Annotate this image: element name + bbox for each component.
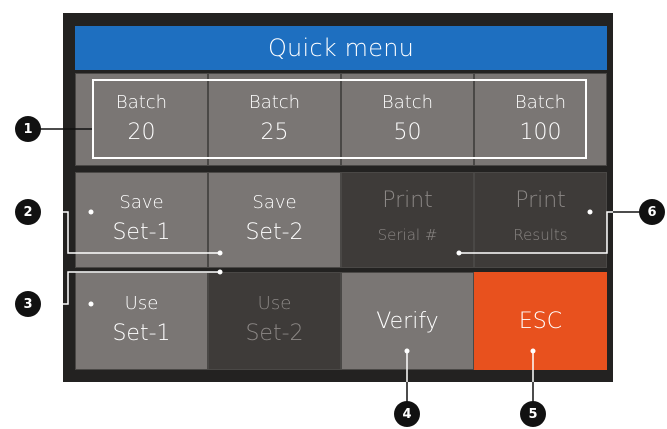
callout-3-badge: 3 [15,291,41,317]
callout-4-badge: 4 [394,401,420,427]
verify-button[interactable]: Verify [341,272,474,370]
set-label: Set-1 [112,321,171,346]
batch-label: Batch [115,91,168,113]
verify-label: Verify [376,308,439,334]
callout-1-badge: 1 [15,116,41,142]
serial-label: Serial # [377,226,438,244]
esc-label: ESC [518,308,563,334]
set-label: Set-2 [245,321,304,346]
print-results-button[interactable]: Print Results [474,172,607,268]
batch-label: Batch [514,91,567,113]
esc-button[interactable]: ESC [474,272,607,370]
use-label: Use [257,293,292,314]
batch-100-button[interactable]: Batch 100 [474,73,607,166]
use-set-2-button[interactable]: Use Set-2 [208,272,341,370]
batch-value: 50 [393,119,422,145]
set-label: Set-2 [245,220,304,245]
batch-label: Batch [381,91,434,113]
batch-20-button[interactable]: Batch 20 [75,73,208,166]
batch-value: 20 [127,119,156,145]
save-set-1-button[interactable]: Save Set-1 [75,172,208,268]
print-label: Print [515,188,566,213]
callout-5-badge: 5 [520,401,546,427]
use-set-1-button[interactable]: Use Set-1 [75,272,208,370]
print-serial-button[interactable]: Print Serial # [341,172,474,268]
batch-25-button[interactable]: Batch 25 [208,73,341,166]
use-label: Use [124,293,159,314]
batch-label: Batch [248,91,301,113]
set-label: Set-1 [112,220,171,245]
batch-value: 100 [519,119,562,145]
callout-6-badge: 6 [639,199,665,225]
save-label: Save [119,192,164,213]
batch-value: 25 [260,119,289,145]
save-label: Save [252,192,297,213]
print-label: Print [382,188,433,213]
save-set-2-button[interactable]: Save Set-2 [208,172,341,268]
quick-menu-title: Quick menu [75,26,607,70]
callout-2-badge: 2 [15,199,41,225]
results-label: Results [513,226,568,244]
batch-50-button[interactable]: Batch 50 [341,73,474,166]
